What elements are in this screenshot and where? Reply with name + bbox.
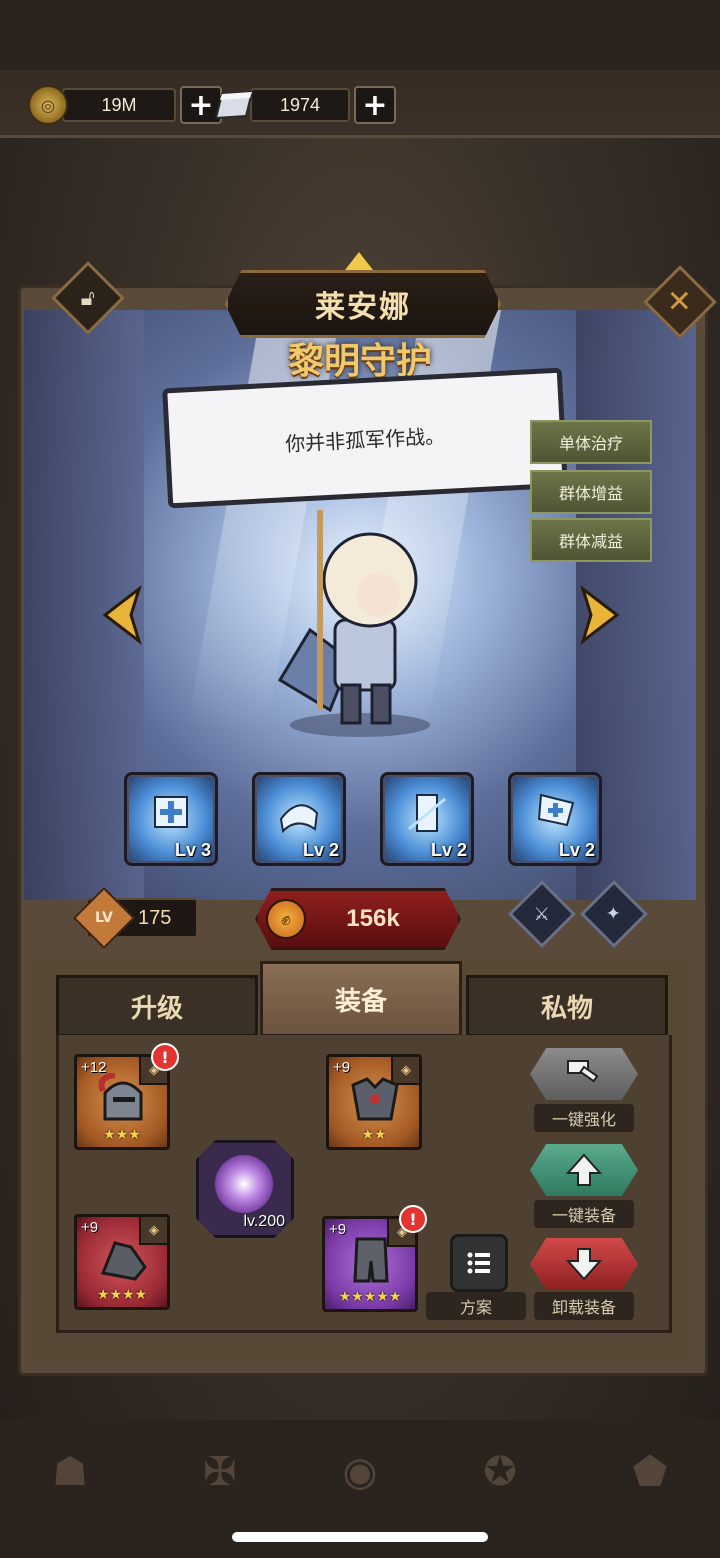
unequip-all-button[interactable]	[530, 1238, 638, 1290]
equip-slot-chest[interactable]: +9 ◈ ★★	[326, 1054, 422, 1150]
gem-currency: 1974 +	[214, 86, 396, 124]
silver-book-icon	[214, 90, 254, 120]
alert-badge: !	[399, 1205, 427, 1233]
level-label: LV	[95, 909, 113, 926]
nav-shop-icon[interactable]: ⬟	[590, 1432, 710, 1512]
role-tag: 单体治疗	[530, 420, 652, 464]
skill-slot[interactable]: Lv 2	[380, 772, 474, 866]
tab-upgrade[interactable]: 升级	[56, 975, 258, 1037]
skill-slot[interactable]: Lv 2	[252, 772, 346, 866]
equip-all-button[interactable]	[530, 1144, 638, 1196]
skill-level: Lv 2	[302, 840, 339, 860]
role-tag: 群体增益	[530, 470, 652, 514]
power-value: 156k	[346, 905, 400, 932]
combat-power: ✊︎ 156k	[255, 888, 461, 950]
skill-slot[interactable]: Lv 2	[508, 772, 602, 866]
nav-heroes-icon[interactable]: ☗	[10, 1432, 130, 1512]
gold-currency: ◎ 19M +	[28, 85, 222, 125]
hammer-icon	[567, 1060, 599, 1083]
core-level: lv.200	[243, 1213, 285, 1230]
star-rating: ★★	[361, 1127, 387, 1143]
banner-wave-icon	[279, 804, 319, 834]
unequip-all-label: 卸载装备	[534, 1292, 634, 1320]
equip-all-label: 一键装备	[534, 1200, 634, 1228]
skill-level: Lv 3	[174, 840, 211, 860]
star-rating: ★★★★★	[338, 1289, 402, 1305]
enhance-all-button[interactable]	[530, 1048, 638, 1100]
status-bar-area	[0, 0, 720, 70]
plan-label: 方案	[426, 1292, 526, 1320]
gauntlet-icon	[100, 1241, 147, 1281]
hero-quote: 你并非孤军作战。	[284, 423, 446, 456]
fist-icon: ✊︎	[266, 899, 306, 939]
star-rating: ★★★	[103, 1127, 141, 1143]
nav-home-icon[interactable]: ◉	[300, 1432, 420, 1512]
next-hero-button[interactable]	[566, 580, 626, 650]
equip-slot-boots[interactable]: +9 ◈ ! ★★★★★	[322, 1205, 427, 1312]
banner-storm-icon	[408, 794, 446, 832]
crest-tip-icon	[345, 252, 373, 270]
sword-icon: ⚔︎	[533, 903, 551, 925]
enhance-all-label: 一键强化	[534, 1104, 634, 1132]
nav-guild-icon[interactable]: ✪	[440, 1432, 560, 1512]
equip-slot-gloves[interactable]: +9 ◈ ★★★★	[74, 1214, 170, 1310]
list-icon	[467, 1252, 490, 1274]
water-element-icon: ✦	[606, 903, 622, 925]
hero-level-box: LV 175	[72, 886, 198, 950]
home-indicator	[232, 1532, 488, 1542]
previous-hero-button[interactable]	[96, 580, 156, 650]
hero-name-plate: 莱安娜	[225, 270, 501, 338]
plan-button[interactable]	[450, 1234, 508, 1292]
arrow-left-icon	[102, 585, 142, 645]
gold-amount: 19M	[62, 88, 176, 122]
tab-personal-items[interactable]: 私物	[466, 975, 668, 1037]
role-tag: 群体减益	[530, 518, 652, 562]
banner-flag-icon	[537, 793, 575, 827]
add-gem-button[interactable]: +	[354, 86, 396, 124]
unlock-icon: 🔓︎	[80, 285, 96, 311]
skill-slot[interactable]: Lv 3	[124, 772, 218, 866]
speech-bubble: 你并非孤军作战。	[162, 367, 568, 509]
hero-level: 175	[138, 906, 172, 929]
tab-bar: 升级 装备 私物	[56, 961, 668, 1037]
equip-slot-helmet[interactable]: +12 ◈ ! ★★★	[74, 1043, 179, 1150]
gem-amount: 1974	[250, 88, 350, 122]
hero-character-sprite	[277, 510, 430, 737]
close-icon: ✕	[667, 284, 693, 320]
nav-formation-icon[interactable]: ✠	[160, 1432, 280, 1512]
vortex-orb-icon	[215, 1155, 273, 1213]
skill-level: Lv 2	[558, 840, 595, 860]
banner-cross-icon	[154, 796, 188, 828]
equip-up-icon	[565, 1153, 603, 1186]
hero-name: 莱安娜	[315, 290, 411, 325]
tab-equipment[interactable]: 装备	[260, 961, 462, 1037]
alert-badge: !	[151, 1043, 179, 1071]
leg-armor-icon	[353, 1237, 389, 1283]
helmet-icon	[98, 1073, 143, 1121]
unequip-down-icon	[565, 1248, 603, 1281]
skill-level: Lv 2	[430, 840, 467, 860]
gold-coin-icon: ◎	[28, 85, 68, 125]
arrow-right-icon	[580, 585, 620, 645]
chest-armor-icon	[351, 1077, 399, 1121]
star-rating: ★★★★	[96, 1287, 148, 1303]
equip-slot-core[interactable]: lv.200	[196, 1140, 294, 1238]
